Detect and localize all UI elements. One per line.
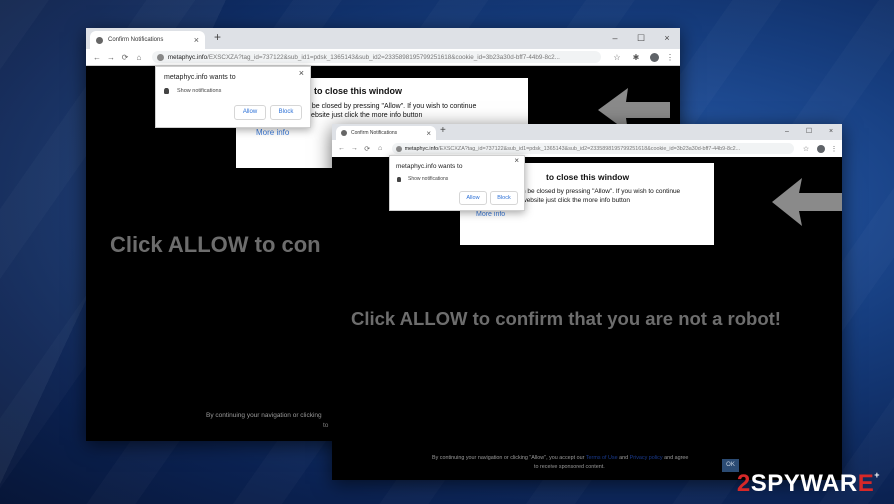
globe-icon [96, 36, 103, 44]
permission-row: Show notifications [164, 88, 221, 94]
popup-close-icon[interactable]: × [299, 68, 304, 78]
instruction-line-2: website just click the more info button [306, 112, 423, 119]
instruction-line-2: website just click the more info button [522, 197, 631, 204]
reload-icon[interactable]: ⟳ [361, 145, 374, 153]
browser-window-front: Confirm Notifications × + – ☐ × ← → ⟳ ⌂ … [332, 124, 842, 480]
footer-text-line-1: By continuing your navigation or clickin… [432, 455, 688, 461]
allow-button[interactable]: Allow [459, 191, 487, 205]
block-button[interactable]: Block [490, 191, 518, 205]
footer-text-b: and agree [664, 455, 689, 461]
privacy-policy-link[interactable]: Privacy policy [630, 455, 663, 461]
tab-title: Confirm Notifications [351, 130, 398, 136]
2spyware-logo: 2SPYWARE+ [737, 470, 880, 498]
url-path: /EXSCXZA?tag_id=737122&sub_id1=pdsk_1365… [438, 145, 741, 152]
footer-and: and [619, 455, 629, 461]
popup-buttons: Allow Block [234, 105, 302, 120]
popup-title: metaphyc.info wants to [164, 74, 236, 81]
new-tab-button[interactable]: + [214, 30, 221, 44]
url-host: metaphyc.info [404, 145, 439, 152]
window-controls: – ☐ × [602, 28, 680, 49]
close-window-button[interactable]: × [820, 124, 842, 140]
footer-text-line-2: to receive sponsored content. [534, 464, 605, 470]
maximize-button[interactable]: ☐ [628, 28, 654, 49]
site-info-icon[interactable] [395, 145, 402, 152]
instruction-heading: to close this window [546, 172, 630, 182]
popup-close-icon[interactable]: × [514, 156, 519, 165]
bell-icon [397, 176, 401, 182]
bookmark-star-icon[interactable]: ☆ [607, 53, 627, 62]
more-info-link[interactable]: More info [256, 128, 289, 137]
profile-avatar[interactable] [817, 144, 826, 153]
site-info-icon[interactable] [156, 53, 164, 61]
notification-permission-popup: metaphyc.info wants to × Show notificati… [389, 155, 525, 211]
permission-text: Show notifications [408, 176, 449, 182]
address-bar[interactable]: metaphyc.info/EXSCXZA?tag_id=737122&sub_… [151, 51, 601, 63]
forward-icon[interactable]: → [104, 53, 118, 62]
instruction-line-1: n be closed by pressing "Allow". If you … [522, 188, 681, 195]
close-tab-icon[interactable]: × [426, 129, 431, 138]
block-button[interactable]: Block [270, 105, 302, 120]
minimize-button[interactable]: – [602, 28, 628, 49]
back-icon[interactable]: ← [90, 53, 104, 62]
tab-title: Confirm Notifications [108, 37, 164, 43]
toolbar-icons: ☆ ⋮ [799, 144, 839, 153]
window-controls: – ☐ × [776, 124, 842, 140]
popup-title: metaphyc.info wants to [396, 163, 463, 170]
logo-part-2: SPYWAR [750, 470, 858, 497]
minimize-button[interactable]: – [776, 124, 798, 140]
allow-button[interactable]: Allow [234, 105, 266, 120]
profile-avatar[interactable] [649, 52, 659, 62]
url-host: metaphyc.info [167, 53, 208, 61]
home-icon[interactable]: ⌂ [132, 53, 146, 62]
logo-part-3: E [857, 470, 875, 497]
more-info-link[interactable]: More info [476, 211, 505, 218]
globe-icon [341, 130, 347, 136]
footer-text-a: By continuing your navigation or clickin… [432, 455, 585, 461]
tab-confirm-notifications[interactable]: Confirm Notifications × [90, 31, 205, 49]
instruction-heading: to close this window [314, 86, 403, 96]
terms-of-use-link[interactable]: Terms of Use [586, 455, 618, 461]
close-tab-icon[interactable]: × [194, 35, 199, 45]
permission-text: Show notifications [177, 88, 222, 94]
back-icon[interactable]: ← [335, 145, 348, 152]
logo-sup: + [874, 470, 880, 480]
address-bar[interactable]: metaphyc.info/EXSCXZA?tag_id=737122&sub_… [391, 143, 795, 154]
left-arrow-icon [772, 178, 842, 226]
forward-icon[interactable]: → [348, 145, 361, 152]
tab-confirm-notifications[interactable]: Confirm Notifications × [336, 126, 436, 140]
maximize-button[interactable]: ☐ [798, 124, 820, 140]
bell-icon [164, 88, 169, 94]
notification-permission-popup: metaphyc.info wants to × Show notificati… [155, 66, 311, 128]
new-tab-button[interactable]: + [440, 125, 446, 136]
url-path: /EXSCXZA?tag_id=737122&sub_id1=pdsk_1365… [207, 53, 560, 61]
headline-text: Click ALLOW to confirm that you are not … [351, 308, 781, 329]
footer-text-line-2: to [323, 422, 329, 429]
extensions-icon[interactable]: ✱ [627, 53, 645, 62]
menu-icon[interactable]: ⋮ [829, 145, 839, 153]
instruction-line-1: n be closed by pressing "Allow". If you … [306, 103, 477, 110]
footer-text-line-1: By continuing your navigation or clickin… [206, 412, 322, 419]
tab-bar: Confirm Notifications × + – ☐ × [86, 28, 680, 49]
reload-icon[interactable]: ⟳ [118, 53, 132, 62]
logo-part-1: 2 [736, 470, 751, 497]
headline-text: Click ALLOW to con [110, 232, 321, 257]
close-window-button[interactable]: × [654, 28, 680, 49]
popup-buttons: Allow Block [459, 191, 518, 205]
permission-row: Show notifications [397, 176, 448, 182]
browser-toolbar: ← → ⟳ ⌂ metaphyc.info/EXSCXZA?tag_id=737… [86, 49, 680, 66]
home-icon[interactable]: ⌂ [374, 145, 387, 152]
bookmark-star-icon[interactable]: ☆ [799, 145, 813, 153]
tab-bar: Confirm Notifications × + – ☐ × [332, 124, 842, 140]
menu-icon[interactable]: ⋮ [664, 53, 676, 62]
toolbar-icons: ☆ ✱ ⋮ [607, 52, 676, 62]
